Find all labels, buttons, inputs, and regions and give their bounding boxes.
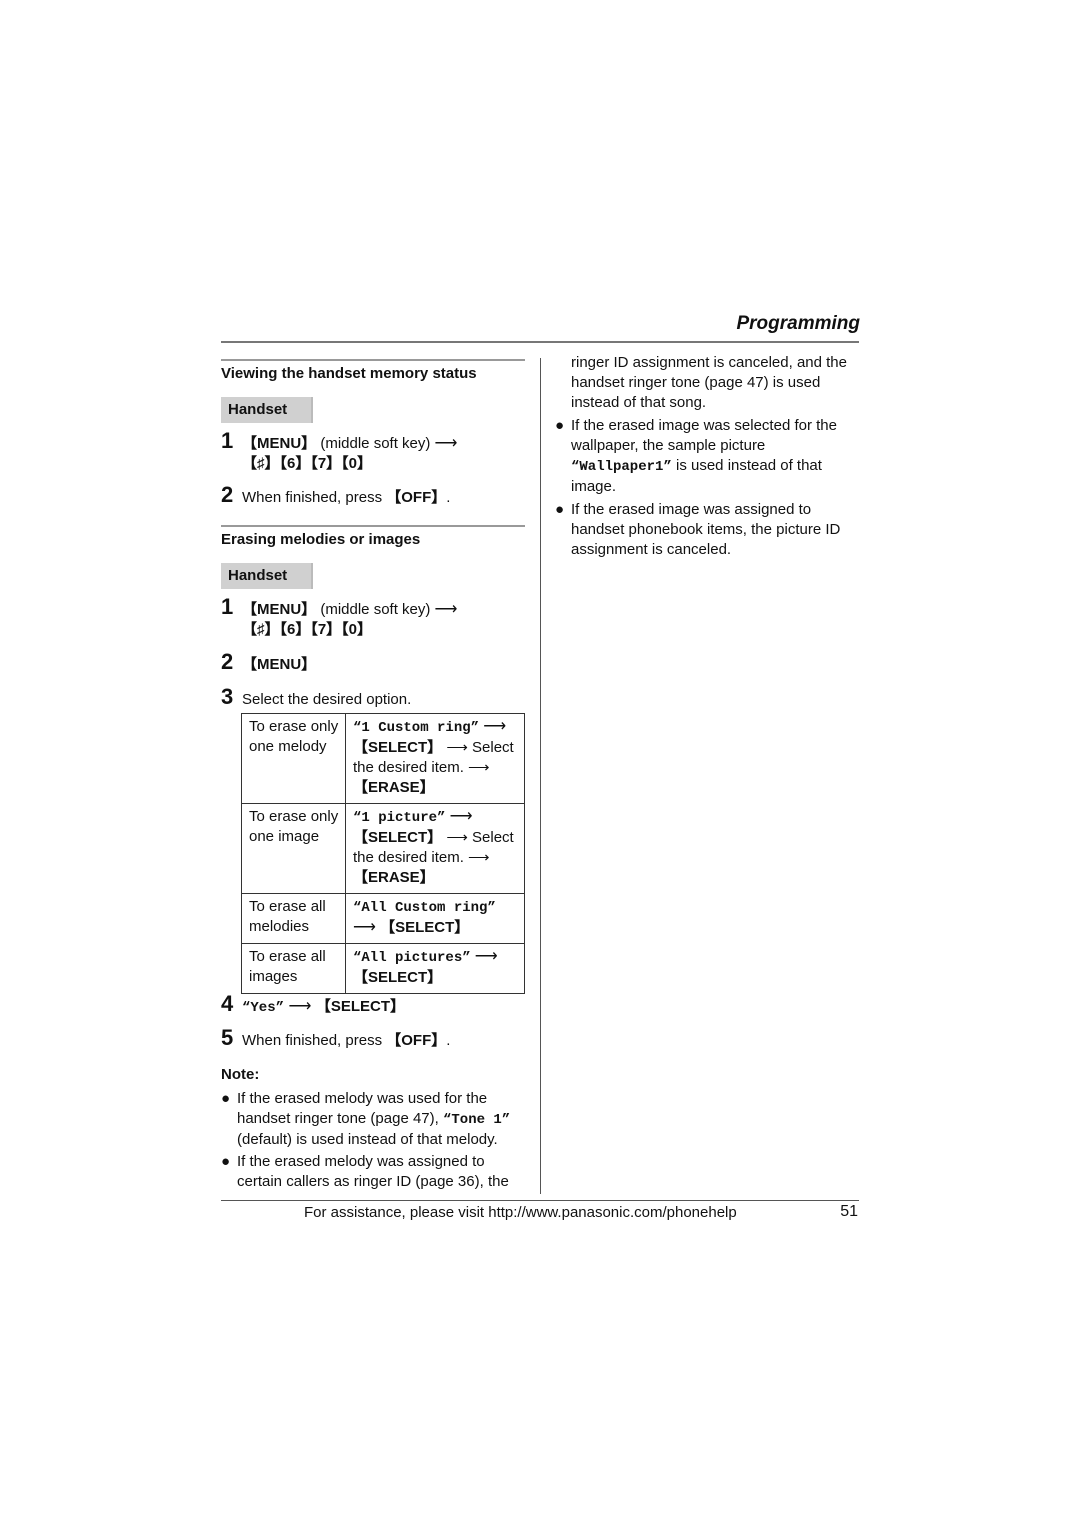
note-label: Note:: [221, 1066, 260, 1083]
menu-key: 【MENU】: [242, 435, 317, 452]
step-number: 4: [221, 991, 234, 1016]
bullet-icon: ●: [555, 501, 565, 518]
step-number: 2: [221, 482, 234, 507]
select-key: 【SELECT】: [353, 739, 443, 756]
step-text: (middle soft key): [316, 601, 435, 618]
step-number: 1: [221, 428, 234, 453]
note-text: If the erased image was assigned to hand…: [571, 501, 841, 558]
step-text: When finished, press: [242, 1032, 387, 1049]
continuation-text: ringer ID assignment is canceled, and th…: [571, 354, 847, 411]
table-row: To erase all melodies “All Custom ring” ⟶…: [241, 893, 525, 944]
step-number: 1: [221, 594, 234, 619]
table-row: To erase only one image “1 picture” ⟶ 【SE…: [241, 803, 525, 894]
section-divider: [221, 359, 525, 361]
options-table: To erase only one melody “1 Custom ring”…: [241, 713, 525, 994]
menu-option: “Yes”: [242, 1000, 285, 1016]
bullet-icon: ●: [555, 417, 565, 434]
select-key: 【SELECT】: [353, 969, 443, 986]
page-number: 51: [840, 1203, 858, 1220]
menu-option: “All Custom ring”: [353, 900, 496, 916]
menu-option: “Wallpaper1”: [571, 459, 672, 475]
heading-memory-status: Viewing the handset memory status: [221, 365, 477, 382]
key-sequence: 【♯】【6】【7】【0】: [242, 621, 373, 638]
action-cell: To erase only one image: [241, 803, 346, 894]
arrow-icon: ⟶: [483, 718, 507, 735]
section-title: Programming: [736, 313, 860, 334]
menu-key: 【MENU】: [242, 601, 317, 618]
arrow-icon: ⟶: [434, 435, 458, 452]
handset-tag: Handset: [221, 563, 313, 589]
punctuation: .: [446, 1032, 451, 1049]
note-text: If the erased melody was assigned to cer…: [237, 1153, 509, 1190]
select-key: 【SELECT】: [353, 829, 443, 846]
footer-divider: [221, 1200, 859, 1201]
step-number: 2: [221, 649, 234, 674]
handset-tag: Handset: [221, 397, 313, 423]
erase-key: 【ERASE】: [353, 779, 435, 796]
arrow-icon: ⟶: [449, 808, 473, 825]
menu-option: “Tone 1”: [442, 1112, 511, 1128]
action-cell: To erase only one melody: [241, 713, 346, 804]
step-text: (middle soft key): [316, 435, 435, 452]
step-number: 5: [221, 1025, 234, 1050]
erase-key: 【ERASE】: [353, 869, 435, 886]
note-text: (default) is used instead of that melody…: [237, 1131, 498, 1148]
table-row: To erase only one melody “1 Custom ring”…: [241, 713, 525, 804]
arrow-icon: ⟶: [284, 998, 316, 1015]
step-number: 3: [221, 684, 234, 709]
select-key: 【SELECT】: [315, 998, 406, 1015]
select-key: 【SELECT】: [380, 919, 470, 936]
menu-key: 【MENU】: [242, 656, 317, 673]
section-divider: [221, 525, 525, 527]
action-cell: To erase all images: [241, 943, 346, 994]
instruction-cell: “1 picture” ⟶ 【SELECT】 ⟶ Select the desir…: [345, 803, 525, 894]
bullet-icon: ●: [221, 1153, 231, 1170]
arrow-icon: ⟶: [434, 601, 458, 618]
off-key: 【OFF】: [386, 489, 447, 506]
column-divider: [540, 358, 541, 1194]
header-divider: [221, 341, 859, 343]
menu-option: “1 picture”: [353, 810, 446, 826]
off-key: 【OFF】: [386, 1032, 447, 1049]
menu-option: “All pictures”: [353, 950, 471, 966]
menu-option: “1 Custom ring”: [353, 720, 480, 736]
footer-assistance-text: For assistance, please visit http://www.…: [304, 1204, 737, 1221]
table-row: To erase all images “All pictures” ⟶ 【SEL…: [241, 943, 525, 994]
instruction-cell: “All Custom ring” ⟶ 【SELECT】: [345, 893, 525, 944]
instruction-cell: “1 Custom ring” ⟶ 【SELECT】 ⟶ Select the d…: [345, 713, 525, 804]
step-text: When finished, press: [242, 489, 387, 506]
punctuation: .: [446, 489, 451, 506]
heading-erasing: Erasing melodies or images: [221, 531, 421, 548]
arrow-icon: ⟶: [353, 919, 376, 936]
arrow-icon: ⟶: [474, 948, 498, 965]
instruction-cell: “All pictures” ⟶ 【SELECT】: [345, 943, 525, 994]
bullet-icon: ●: [221, 1090, 231, 1107]
note-text: If the erased image was selected for the…: [571, 417, 837, 454]
key-sequence: 【♯】【6】【7】【0】: [242, 455, 373, 472]
step-text: Select the desired option.: [242, 691, 412, 708]
action-cell: To erase all melodies: [241, 893, 346, 944]
